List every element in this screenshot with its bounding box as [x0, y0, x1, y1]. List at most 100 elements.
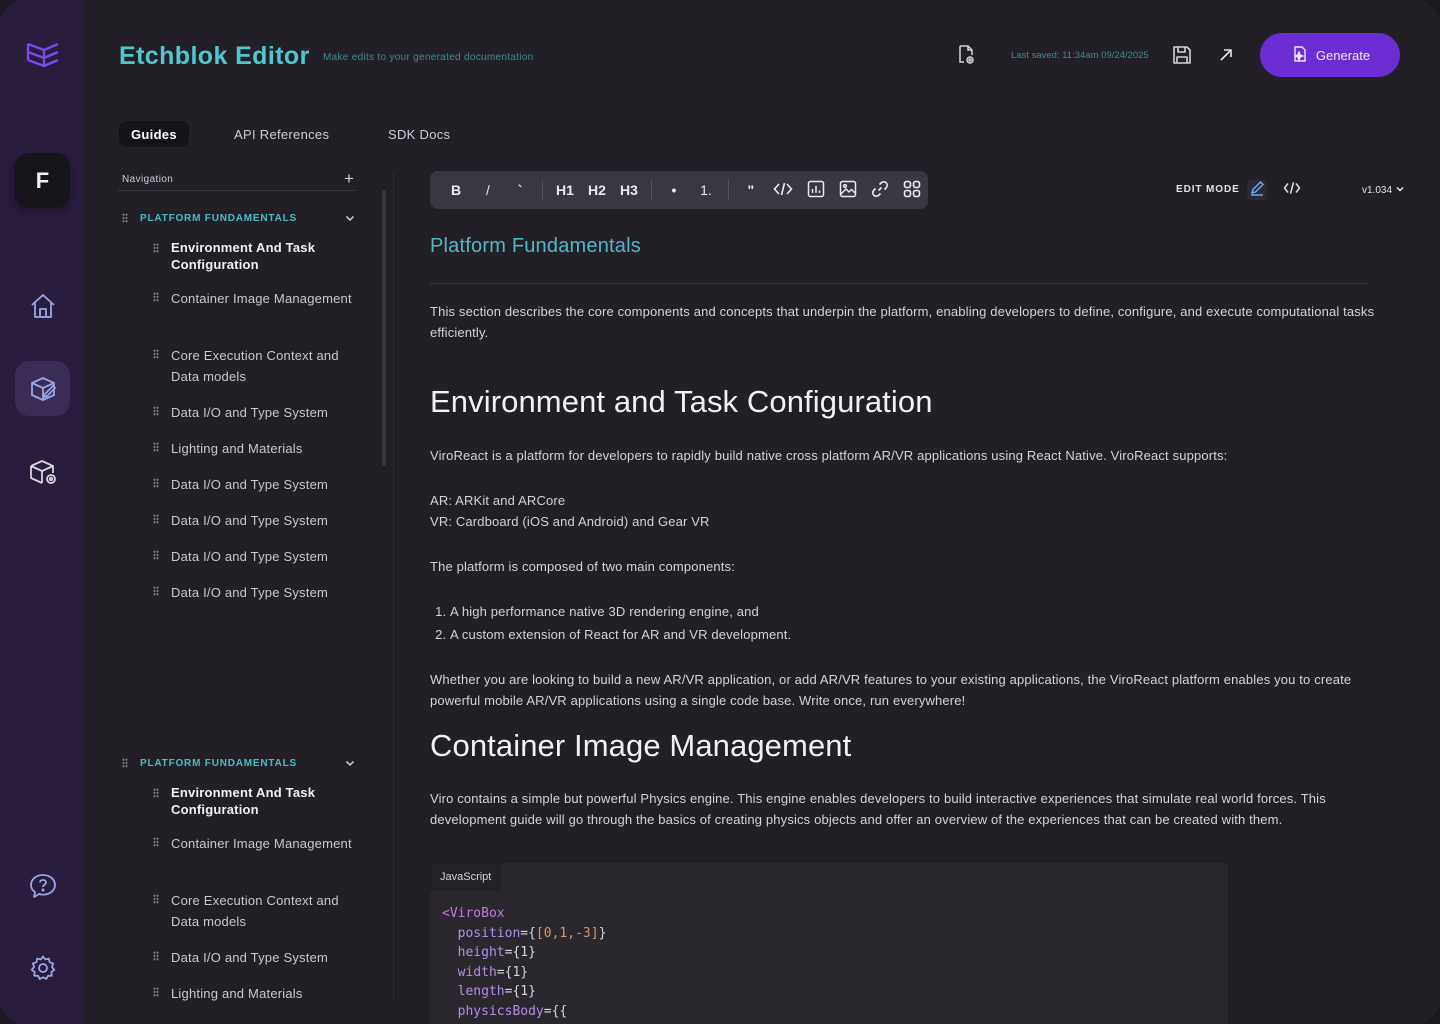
bold-button[interactable]: B — [443, 176, 469, 204]
paragraph[interactable]: VR: Cardboard (iOS and Android) and Gear… — [430, 511, 1390, 532]
nav-item[interactable]: Data I/O and Type System — [153, 402, 353, 423]
chart-icon — [807, 180, 825, 201]
tab-sdk-docs[interactable]: SDK Docs — [376, 121, 462, 147]
navigation-divider — [118, 190, 356, 191]
code-block[interactable]: JavaScript <ViroBox position={[0,1,-3]} … — [430, 863, 1228, 1024]
inline-code-button[interactable]: ` — [507, 176, 533, 204]
nav-item-label: Lighting and Materials — [171, 441, 303, 456]
nav-item[interactable]: Lighting and Materials — [153, 438, 353, 459]
drag-handle-icon[interactable] — [153, 514, 159, 524]
workspace-avatar[interactable]: F — [15, 153, 70, 208]
section-heading[interactable]: Container Image Management — [430, 728, 851, 764]
numbered-list-button[interactable]: 1. — [693, 176, 719, 204]
nav-item[interactable]: Data I/O and Type System — [153, 582, 353, 603]
pencil-icon — [1249, 180, 1265, 201]
sparkle-icon — [1290, 45, 1308, 66]
tab-guides[interactable]: Guides — [119, 121, 189, 147]
image-icon — [839, 180, 857, 201]
rail-settings-button[interactable] — [15, 940, 70, 995]
paragraph[interactable]: Viro contains a simple but powerful Phys… — [430, 788, 1390, 830]
insert-link-button[interactable] — [867, 176, 893, 204]
heading3-button[interactable]: H3 — [616, 176, 642, 204]
nav-item[interactable]: Data I/O and Type System — [153, 474, 353, 495]
insert-image-button[interactable] — [835, 176, 861, 204]
insert-chart-button[interactable] — [803, 176, 829, 204]
drag-handle-icon[interactable] — [153, 987, 159, 997]
nav-item[interactable]: Environment And Task Configuration — [153, 784, 353, 818]
code-content[interactable]: <ViroBox position={[0,1,-3]} height={1} … — [442, 904, 606, 1022]
save-button[interactable] — [1171, 44, 1193, 66]
chevron-down-icon[interactable] — [344, 211, 356, 229]
add-nav-item-button[interactable]: + — [341, 170, 357, 187]
drag-handle-icon[interactable] — [153, 788, 159, 798]
drag-handle-icon[interactable] — [153, 292, 159, 302]
rail-editor-button[interactable] — [15, 361, 70, 416]
code-tag: <ViroBox — [442, 906, 505, 921]
nav-group-title: PLATFORM FUNDAMENTALS — [140, 212, 297, 224]
nav-item[interactable]: Data I/O and Type System — [153, 546, 353, 567]
sidebar-scrollbar[interactable] — [382, 190, 386, 466]
tab-api-references[interactable]: API References — [222, 121, 341, 147]
edit-mode-visual-toggle[interactable] — [1247, 180, 1267, 200]
paragraph[interactable]: The platform is composed of two main com… — [430, 556, 1390, 577]
drag-handle-icon[interactable] — [153, 550, 159, 560]
nav-item[interactable]: Environment And Task Configuration — [153, 239, 353, 273]
list-item: A high performance native 3D rendering e… — [450, 600, 1390, 623]
nav-item[interactable]: Data I/O and Type System — [153, 947, 353, 968]
rail-help-button[interactable] — [15, 858, 70, 913]
chevron-down-icon — [1395, 184, 1405, 197]
insert-block-button[interactable] — [899, 176, 925, 204]
chevron-down-icon[interactable] — [344, 756, 356, 774]
etchblok-logo-icon[interactable] — [24, 38, 60, 72]
drag-handle-icon[interactable] — [153, 406, 159, 416]
nav-item-label: Lighting and Materials — [171, 986, 303, 1001]
italic-button[interactable]: / — [475, 176, 501, 204]
nav-item[interactable]: Core Execution Context and Data models — [153, 890, 353, 932]
paragraph[interactable]: Whether you are looking to build a new A… — [430, 669, 1390, 711]
section-heading[interactable]: Environment and Task Configuration — [430, 384, 933, 420]
box-settings-icon — [27, 457, 59, 487]
page-subtitle: Make edits to your generated documentati… — [323, 52, 534, 63]
code-block-button[interactable] — [770, 176, 797, 204]
nav-group-header[interactable]: PLATFORM FUNDAMENTALS — [122, 755, 358, 771]
code-language-tab[interactable]: JavaScript — [430, 863, 502, 891]
rail-packages-button[interactable] — [15, 444, 70, 499]
drag-handle-icon[interactable] — [122, 213, 128, 223]
nav-item[interactable]: Data I/O and Type System — [153, 510, 353, 531]
ordered-list[interactable]: A high performance native 3D rendering e… — [430, 600, 1390, 646]
nav-item[interactable]: Lighting and Materials — [153, 983, 353, 1004]
nav-item[interactable]: Container Image Management — [153, 833, 353, 854]
nav-item[interactable]: Container Image Management — [153, 288, 353, 309]
nav-item-label: Container Image Management — [171, 836, 352, 851]
edit-mode-code-toggle[interactable] — [1282, 180, 1302, 200]
drag-handle-icon[interactable] — [153, 442, 159, 452]
nav-group-header[interactable]: PLATFORM FUNDAMENTALS — [122, 210, 358, 226]
nav-item[interactable]: Core Execution Context and Data models — [153, 345, 353, 387]
open-external-button[interactable] — [1215, 44, 1237, 66]
paragraph[interactable]: AR: ARKit and ARCore — [430, 490, 1390, 511]
bullet-list-button[interactable]: • — [661, 176, 687, 204]
drag-handle-icon[interactable] — [153, 837, 159, 847]
drag-handle-icon[interactable] — [153, 349, 159, 359]
code-attr: physicsBody — [457, 1003, 544, 1019]
drag-handle-icon[interactable] — [153, 478, 159, 488]
drag-handle-icon[interactable] — [153, 951, 159, 961]
generate-button[interactable]: Generate — [1260, 33, 1400, 77]
heading1-button[interactable]: H1 — [552, 176, 578, 204]
intro-paragraph[interactable]: This section describes the core componen… — [430, 301, 1390, 343]
rail-home-button[interactable] — [15, 278, 70, 333]
drag-handle-icon[interactable] — [153, 586, 159, 596]
version-select[interactable]: v1.034 — [1362, 184, 1405, 197]
code-value: { — [559, 1003, 568, 1019]
quote-button[interactable]: " — [738, 176, 764, 204]
nav-item-label: Data I/O and Type System — [171, 549, 329, 564]
doc-settings-button[interactable] — [955, 44, 977, 66]
drag-handle-icon[interactable] — [122, 758, 128, 768]
document-title[interactable]: Platform Fundamentals — [430, 235, 641, 258]
nav-item-label: Core Execution Context and Data models — [171, 893, 339, 929]
app-window: F Etchblok Editor Make edits to your gen… — [0, 0, 1440, 1024]
drag-handle-icon[interactable] — [153, 894, 159, 904]
paragraph[interactable]: ViroReact is a platform for developers t… — [430, 445, 1390, 466]
drag-handle-icon[interactable] — [153, 243, 159, 253]
heading2-button[interactable]: H2 — [584, 176, 610, 204]
